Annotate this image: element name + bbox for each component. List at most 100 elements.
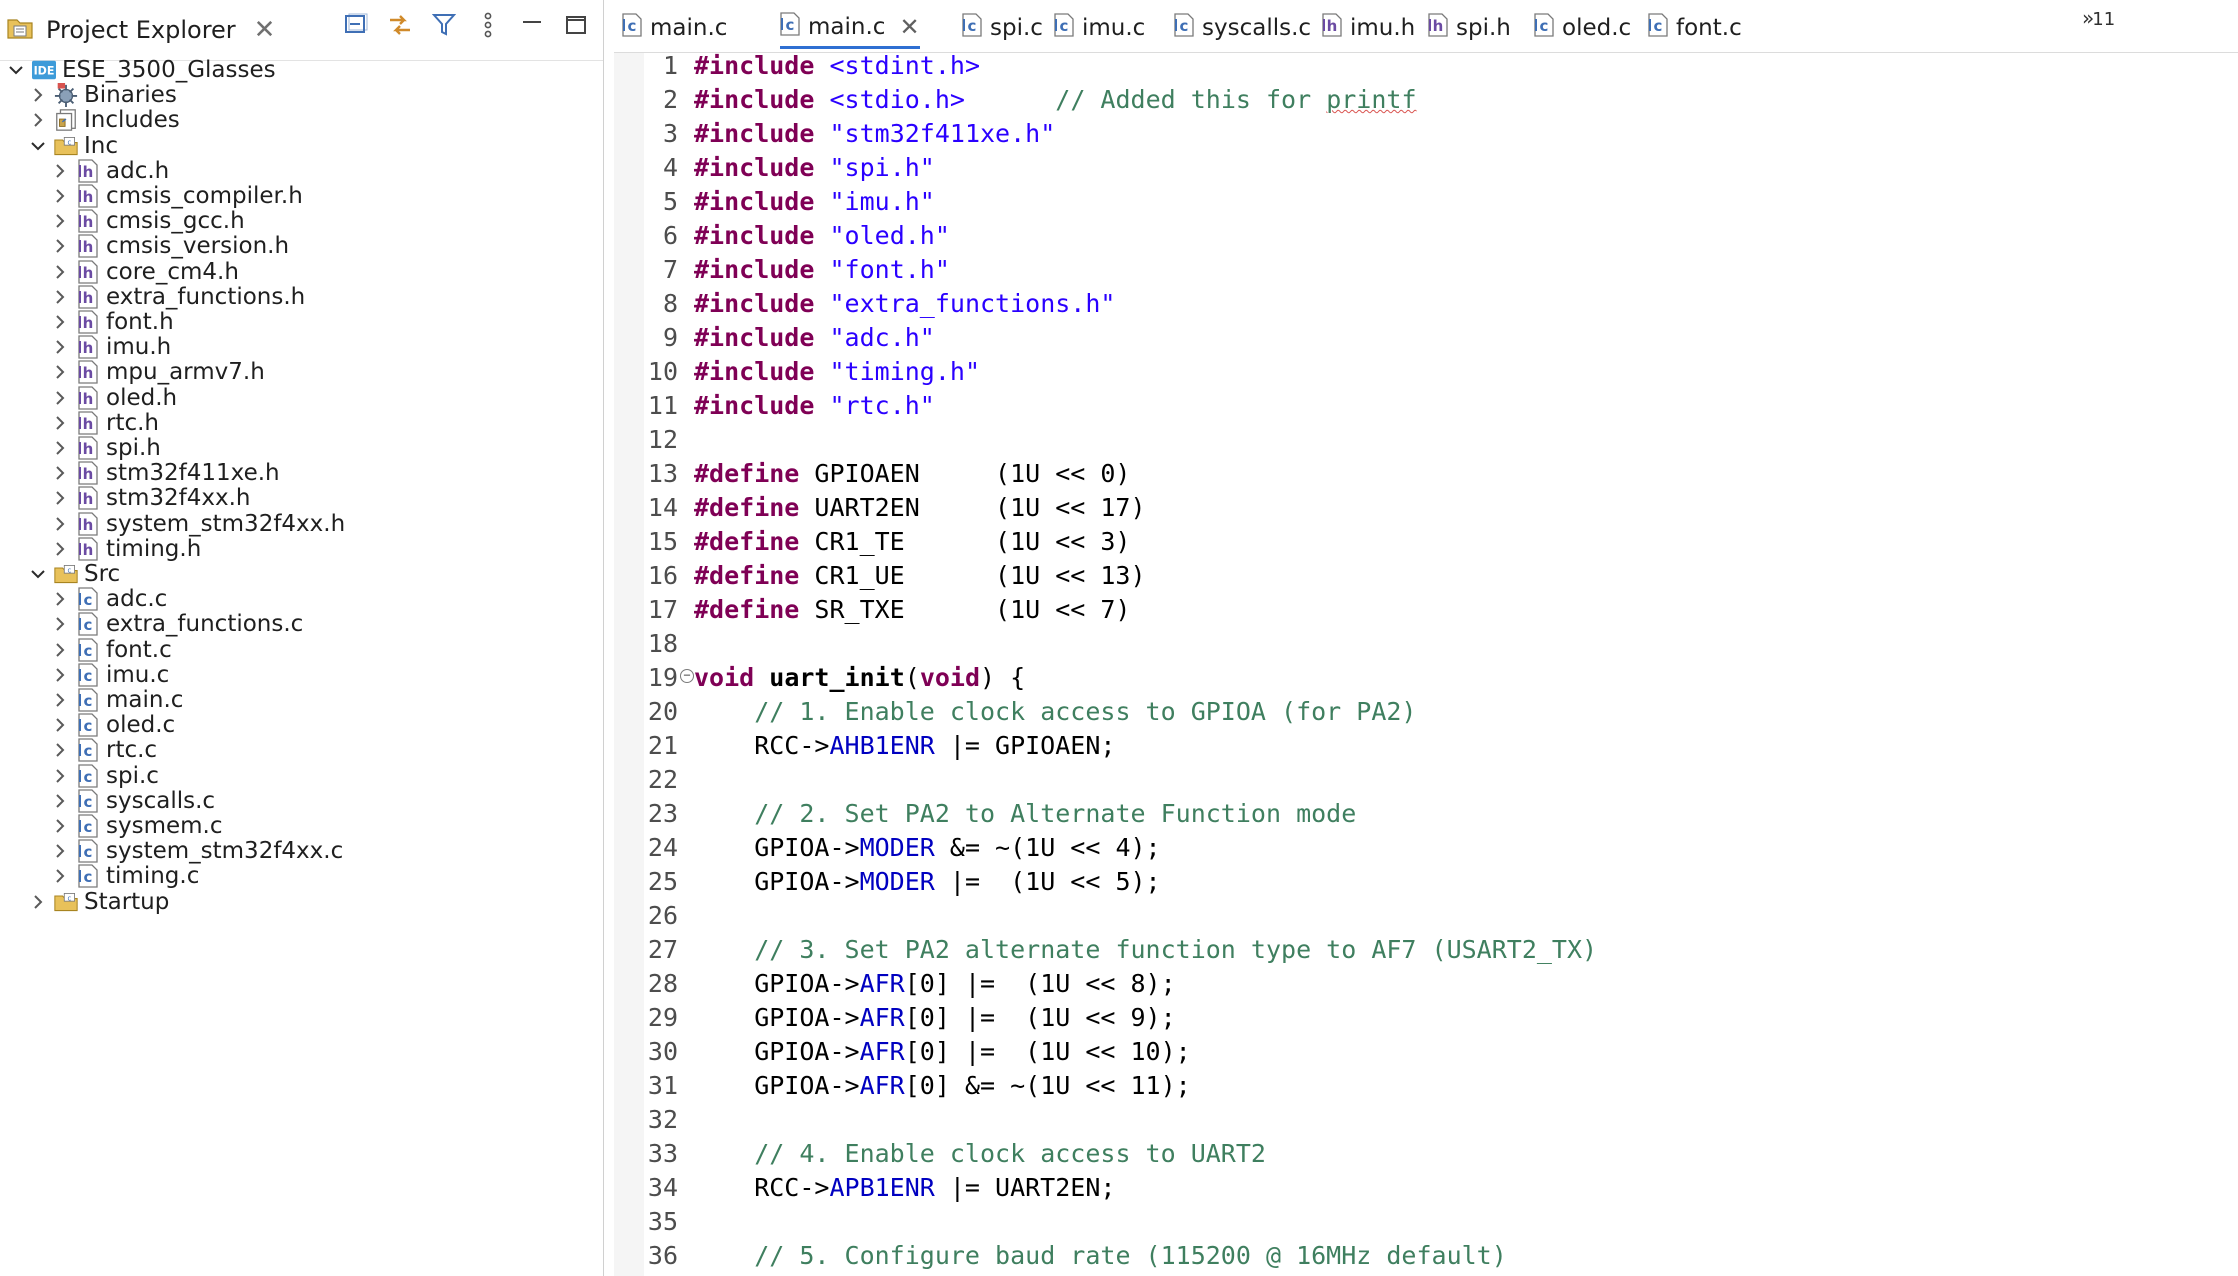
editor-tab-font-c[interactable]: c font.c [1648,8,1742,48]
chevron-right-icon[interactable] [28,892,48,912]
code-text: // 4. Enable clock access to UART2 [694,1137,1266,1171]
code-token: SR_TXE (1U << 7) [799,595,1131,624]
editor-tab-imu-c[interactable]: c imu.c [1054,8,1145,48]
line-number: 20 [647,697,678,726]
code-token: // Added this for [1055,85,1327,114]
editor-tab-spi-h[interactable]: h spi.h [1428,8,1511,48]
code-text: GPIOA->AFR[0] &= ~(1U << 11); [694,1069,1191,1103]
editor-tab-imu-h[interactable]: h imu.h [1322,8,1415,48]
code-token: "extra_functions.h" [829,289,1116,318]
code-line: 17 #define SR_TXE (1U << 7) [614,593,2238,627]
code-token: [0] &= ~(1U << 11); [904,1071,1191,1100]
maximize-icon[interactable] [561,10,591,40]
code-token: |= UART2EN; [934,1173,1116,1202]
code-line: 2 #include <stdio.h> // Added this for pr… [614,83,2238,117]
collapse-all-icon[interactable] [341,10,371,40]
code-text: #include "stm32f411xe.h" [694,117,1055,151]
line-number: 23 [647,799,678,828]
chevron-down-icon[interactable] [28,136,48,156]
close-icon[interactable]: ✕ [899,13,919,41]
c-file-icon: c [1054,13,1074,43]
line-number: 29 [647,1003,678,1032]
source-folder-icon: c [54,889,78,915]
svg-text:c: c [68,138,72,146]
line-number: 21 [647,731,678,760]
editor-tab-oled-c[interactable]: c oled.c [1534,8,1631,48]
editor-tab-label: main.c [650,15,728,41]
code-token: "rtc.h" [829,391,935,420]
code-token: // 2. Set PA2 to Alternate Function mode [754,799,1357,828]
code-token: AFR [859,1003,905,1032]
code-token: // 5. Configure baud rate (115200 @ 16MH… [754,1241,1507,1270]
code-token: &= ~(1U << 4); [934,833,1161,862]
code-token: // 1. Enable clock access to GPIOA (for … [754,697,1417,726]
code-token: AFR [859,969,905,998]
line-number: 3 [662,119,678,148]
close-icon[interactable]: ✕ [254,17,276,43]
code-token: APB1ENR [829,1173,935,1202]
line-number: 35 [647,1207,678,1236]
project-explorer-tab[interactable]: Project Explorer ✕ [6,8,275,52]
code-line: 1 #include <stdint.h> [614,49,2238,83]
link-with-editor-icon[interactable] [385,10,415,40]
chevron-down-icon[interactable] [28,564,48,584]
editor-tab-spi-c[interactable]: c spi.c [962,8,1043,48]
line-number: 1 [662,51,678,80]
fold-collapse-icon[interactable]: − [680,669,694,683]
code-line: 11 #include "rtc.h" [614,389,2238,423]
code-text: #include "adc.h" [694,321,935,355]
code-line: 18 [614,627,2238,661]
code-line: 13 #define GPIOAEN (1U << 0) [614,457,2238,491]
filter-icon[interactable] [429,10,459,40]
tree-item-startup[interactable]: c Startup [28,884,169,920]
code-line: 19− void uart_init(void) { [614,661,2238,695]
view-menu-icon[interactable] [473,10,503,40]
code-text: void uart_init(void) { [694,661,1025,695]
code-line: 8 #include "extra_functions.h" [614,287,2238,321]
code-text: #include "extra_functions.h" [694,287,1115,321]
line-number: 34 [647,1173,678,1202]
line-number: 31 [647,1071,678,1100]
editor-tab-main-c-active[interactable]: c main.c ✕ [780,8,920,49]
code-token: #include [694,255,815,284]
code-line: 7 #include "font.h" [614,253,2238,287]
code-text: #define UART2EN (1U << 17) [694,491,1146,525]
code-token: MODER [859,833,935,862]
editor-tab-main-c[interactable]: c main.c [622,8,727,48]
code-line: 21 RCC->AHB1ENR |= GPIOAEN; [614,729,2238,763]
code-token: // 3. Set PA2 alternate function type to… [754,935,1598,964]
svg-text:c: c [968,17,977,35]
code-text: #define CR1_UE (1U << 13) [694,559,1146,593]
code-line: 31 GPIOA->AFR[0] &= ~(1U << 11); [614,1069,2238,1103]
editor-tab-syscalls-c[interactable]: c syscalls.c [1174,8,1311,48]
line-number: 18 [647,629,678,658]
code-line: 25 GPIOA->MODER |= (1U << 5); [614,865,2238,899]
tab-overflow-button[interactable]: »11 [2082,6,2115,30]
c-file-icon: c [962,13,982,43]
c-file-icon: c [1648,13,1668,43]
svg-text:h: h [1327,17,1338,35]
code-text: // 5. Configure baud rate (115200 @ 16MH… [694,1239,1507,1273]
code-token: AFR [859,1071,905,1100]
code-token: #include [694,153,815,182]
code-line: 4 #include "spi.h" [614,151,2238,185]
code-line: 5 #include "imu.h" [614,185,2238,219]
chevron-down-icon[interactable] [6,60,26,80]
code-token: void [694,663,755,692]
code-token: ( [904,663,920,692]
line-number: 4 [662,153,678,182]
code-text: #include "oled.h" [694,219,950,253]
line-number: 8 [662,289,678,318]
minimize-icon[interactable] [517,10,547,40]
code-text: GPIOA->AFR[0] |= (1U << 10); [694,1035,1191,1069]
editor-tab-label: spi.h [1456,15,1511,41]
line-number: 30 [647,1037,678,1066]
code-line: 9 #include "adc.h" [614,321,2238,355]
line-number: 33 [647,1139,678,1168]
code-text: GPIOA->AFR[0] |= (1U << 8); [694,967,1175,1001]
